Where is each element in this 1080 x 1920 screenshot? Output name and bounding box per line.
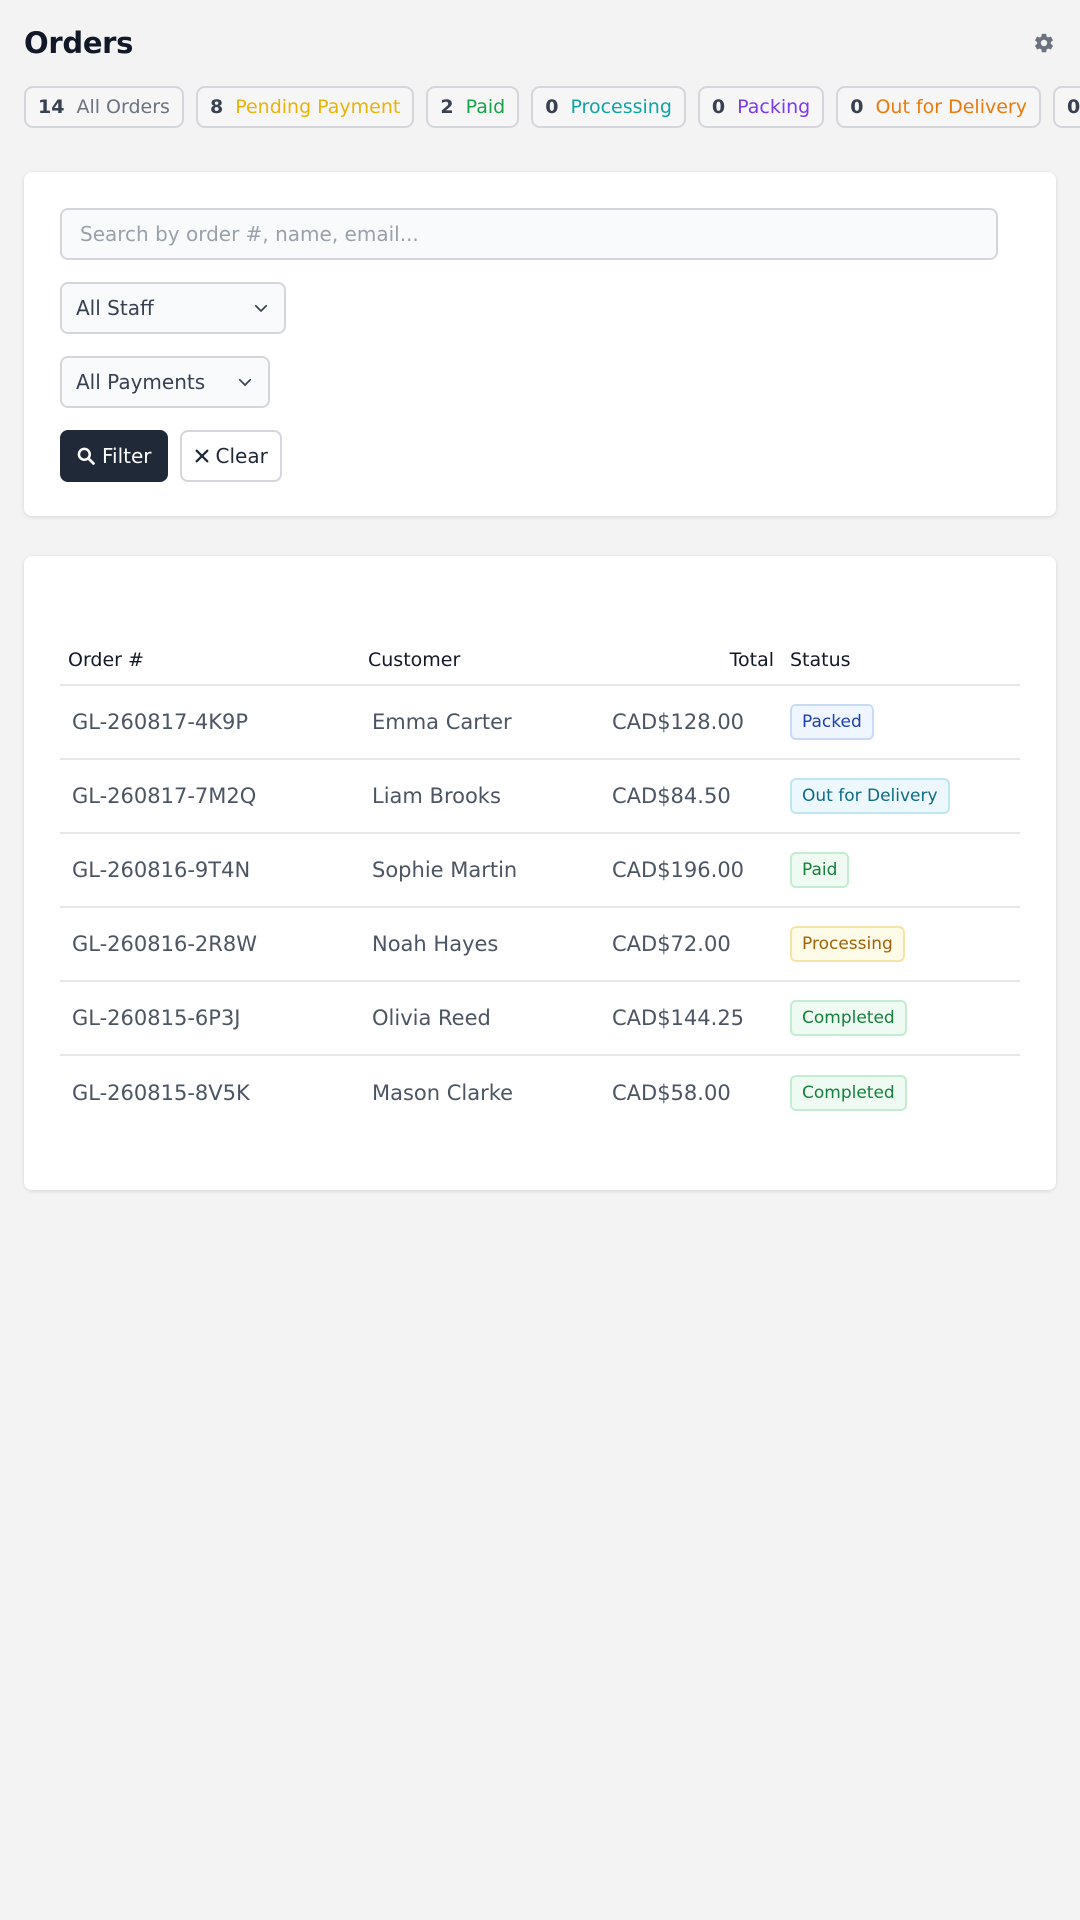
status-tab[interactable]: 0 Processing	[531, 86, 686, 128]
customer-name: Sophie Martin	[372, 858, 518, 882]
status-tab[interactable]: 14 All Orders	[24, 86, 184, 128]
order-total: CAD$84.50	[612, 784, 731, 808]
table-body: GL-260817-4K9P Emma Carter CAD$128.00 Packe…	[60, 686, 1020, 1130]
filter-button[interactable]: Filter	[60, 430, 168, 482]
order-total: CAD$72.00	[612, 932, 731, 956]
column-header-total[interactable]: Total	[600, 649, 790, 671]
gear-icon[interactable]	[1032, 31, 1056, 55]
status-cell: Packed	[790, 704, 1020, 740]
status-cell: Completed	[790, 1075, 1020, 1111]
table-row[interactable]: GL-260817-7M2Q Liam Brooks CAD$84.50 Out fo…	[60, 760, 1020, 834]
clear-button-label: Clear	[215, 444, 268, 468]
filter-button-label: Filter	[102, 444, 152, 468]
tab-label: Out for Delivery	[875, 96, 1027, 118]
order-total: CAD$144.25	[612, 1006, 745, 1030]
column-header-status[interactable]: Status	[790, 649, 1020, 671]
status-tab[interactable]: 0 Out for Delivery	[836, 86, 1041, 128]
status-badge: Completed	[790, 1000, 907, 1036]
status-cell: Paid	[790, 852, 1020, 888]
status-badge: Processing	[790, 926, 905, 962]
close-icon	[195, 449, 208, 463]
order-number[interactable]: GL-260817-7M2Q	[60, 784, 360, 808]
status-tab[interactable]: 2 Paid	[426, 86, 520, 128]
customer-name: Olivia Reed	[372, 1006, 491, 1030]
order-number[interactable]: GL-260816-2R8W	[60, 932, 360, 956]
status-badge: Paid	[790, 852, 850, 888]
order-number[interactable]: GL-260817-4K9P	[60, 710, 360, 734]
orders-page: Orders 14 All Orders 8 Pending Payment 2 Paid…	[0, 0, 1080, 1920]
chevron-down-icon	[254, 304, 268, 312]
table-header: Order # Customer Total Status	[60, 636, 1020, 686]
tab-count: 8	[209, 96, 224, 118]
order-number[interactable]: GL-260815-8V5K	[60, 1081, 360, 1105]
customer-name: Noah Hayes	[372, 932, 499, 956]
table-row[interactable]: GL-260816-2R8W Noah Hayes CAD$72.00 Process…	[60, 908, 1020, 982]
column-header-customer[interactable]: Customer	[360, 649, 600, 671]
tab-count: 0	[545, 96, 559, 118]
tab-label: Packing	[737, 96, 811, 118]
clear-button[interactable]: Clear	[179, 430, 282, 482]
table-row[interactable]: GL-260817-4K9P Emma Carter CAD$128.00 Packe…	[60, 686, 1020, 760]
status-badge: Out for Delivery	[790, 778, 950, 814]
status-badge: Completed	[790, 1075, 907, 1111]
search-icon	[77, 447, 95, 465]
tab-count: 2	[440, 96, 454, 118]
orders-table: Order # Customer Total Status GL-260817-…	[24, 556, 1056, 1190]
status-cell: Out for Delivery	[790, 778, 1020, 814]
table-row[interactable]: GL-260815-8V5K Mason Clarke CAD$58.00 Compl…	[60, 1056, 1020, 1130]
customer-name: Emma Carter	[372, 710, 512, 734]
status-tab[interactable]: 0 Packing	[697, 86, 825, 128]
customer-name: Liam Brooks	[372, 784, 501, 808]
tab-label: All Orders	[76, 96, 170, 118]
table-row[interactable]: GL-260816-9T4N Sophie Martin CAD$196.00 Pai…	[60, 834, 1020, 908]
order-total: CAD$196.00	[612, 858, 745, 882]
page-title: Orders	[24, 26, 134, 60]
staff-select-value: All Staff	[76, 296, 154, 320]
status-tab[interactable]: 8 Pending Payment	[195, 86, 415, 128]
status-badge: Packed	[790, 704, 874, 740]
page-header: Orders	[24, 0, 1056, 86]
payment-select-value: All Payments	[76, 370, 206, 394]
customer-name: Mason Clarke	[372, 1081, 514, 1105]
tab-label: Pending Payment	[235, 96, 401, 118]
filter-panel: All Staff All Payments Filter	[24, 172, 1056, 516]
chevron-down-icon	[238, 378, 252, 386]
order-total: CAD$58.00	[612, 1081, 731, 1105]
search-input[interactable]	[60, 208, 998, 260]
order-number[interactable]: GL-260815-6P3J	[60, 1006, 360, 1030]
column-header-order[interactable]: Order #	[60, 649, 360, 671]
tab-label: Processing	[570, 96, 672, 118]
tab-count: 0	[1066, 96, 1080, 118]
status-tabs: 14 All Orders 8 Pending Payment 2 Paid 0 Proces…	[24, 86, 1080, 128]
staff-select[interactable]: All Staff	[60, 282, 286, 334]
status-cell: Processing	[790, 926, 1020, 962]
tab-label: Paid	[465, 96, 506, 118]
order-total: CAD$128.00	[612, 710, 745, 734]
table-row[interactable]: GL-260815-6P3J Olivia Reed CAD$144.25 Compl…	[60, 982, 1020, 1056]
status-tab[interactable]: 0C	[1052, 86, 1080, 128]
order-number[interactable]: GL-260816-9T4N	[60, 858, 360, 882]
tab-count: 0	[850, 96, 864, 118]
tab-count: 14	[38, 96, 65, 118]
payment-select[interactable]: All Payments	[60, 356, 270, 408]
tab-count: 0	[711, 96, 726, 118]
status-cell: Completed	[790, 1000, 1020, 1036]
